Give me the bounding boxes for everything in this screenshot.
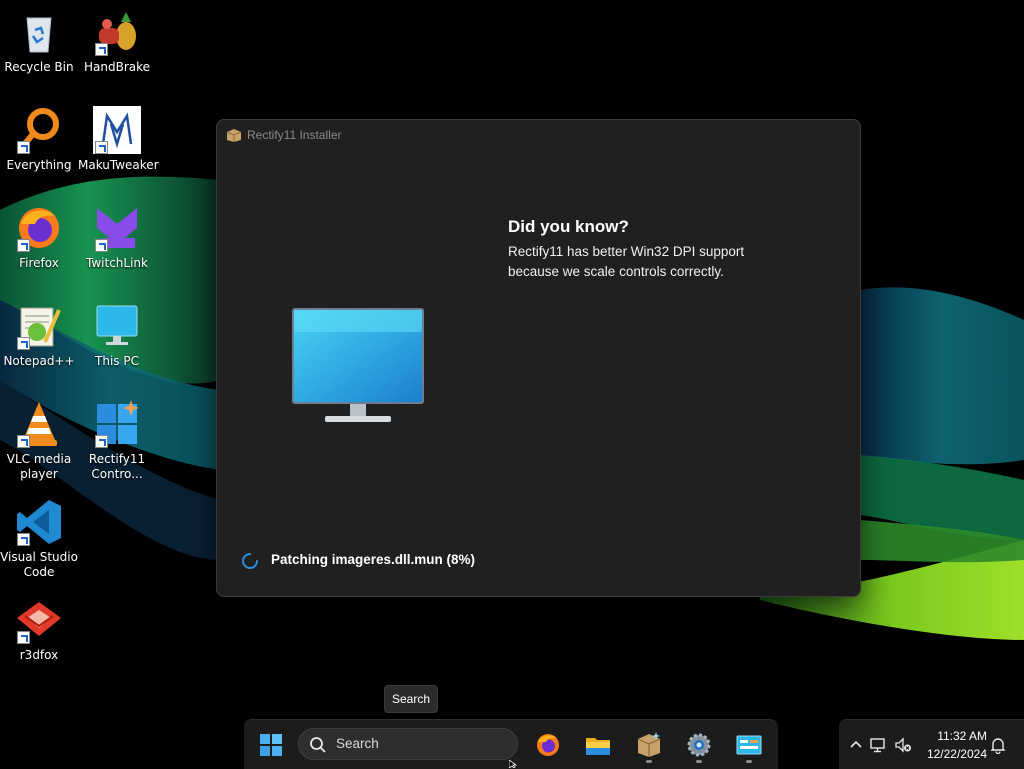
desktop-icon-label: Recycle Bin: [4, 60, 74, 74]
chevron-up-icon: [850, 740, 862, 748]
running-indicator: [746, 760, 752, 763]
desktop-icon-recycle-bin[interactable]: Recycle Bin: [0, 8, 78, 75]
desktop-icon-vlc[interactable]: VLC media player: [0, 400, 78, 482]
installer-window[interactable]: Rectify11 Installer Did you know? Rectif…: [216, 119, 861, 597]
desktop-icon-vscode[interactable]: Visual Studio Code: [0, 498, 78, 580]
clock-time: 11:32 AM: [937, 729, 987, 743]
mouse-cursor-icon: [509, 760, 518, 768]
desktop-icon-label: MakuTweaker: [78, 158, 159, 172]
desktop-icon-label: Rectify11 Contro...: [88, 452, 146, 481]
running-indicator: [696, 760, 702, 763]
installer-icon: [637, 732, 661, 757]
shortcut-arrow-icon: [17, 337, 30, 350]
desktop-icon-label: VLC media player: [6, 452, 72, 481]
desktop-icon-rectify11-control[interactable]: Rectify11 Contro...: [78, 400, 156, 482]
desktop-icon-label: Notepad++: [3, 354, 75, 368]
desktop-icon-label: r3dfox: [19, 648, 59, 662]
clock-date: 12/22/2024: [926, 747, 987, 761]
tip-body: Rectify11 has better Win32 DPI support b…: [508, 244, 745, 279]
shortcut-arrow-icon: [95, 141, 108, 154]
progress-status: Patching imageres.dll.mun (8%): [271, 552, 476, 567]
desktop-icon-twitchlink[interactable]: TwitchLink: [78, 204, 156, 271]
control-panel-icon: [736, 735, 762, 755]
network-icon: [870, 738, 885, 753]
shortcut-arrow-icon: [95, 435, 108, 448]
bell-icon: [990, 738, 1006, 754]
firefox-icon: [537, 734, 559, 756]
window-titlebar[interactable]: Rectify11 Installer: [217, 120, 860, 150]
desktop-icon-label: TwitchLink: [86, 256, 148, 270]
shortcut-arrow-icon: [17, 239, 30, 252]
desktop-icon-label: Everything: [6, 158, 72, 172]
file-explorer-icon: [586, 738, 610, 755]
recycle-bin-icon: [26, 17, 52, 53]
taskbar-installer-button[interactable]: [632, 728, 666, 762]
shortcut-arrow-icon: [17, 631, 30, 644]
monitor-illustration-icon: [292, 308, 424, 422]
installer-box-icon: [226, 129, 242, 142]
notifications-button[interactable]: [989, 736, 1007, 754]
desktop-icon-makutweaker[interactable]: MakuTweaker: [78, 106, 159, 173]
window-title: Rectify11 Installer: [247, 128, 342, 142]
desktop-icon-everything[interactable]: Everything: [0, 106, 78, 173]
taskbar-settings-button[interactable]: [682, 728, 716, 762]
start-button[interactable]: [254, 728, 288, 762]
shortcut-arrow-icon: [17, 435, 30, 448]
desktop-icon-notepad-plus-plus[interactable]: Notepad++: [0, 302, 78, 369]
desktop-icon-label: Firefox: [19, 256, 59, 270]
taskbar-firefox-button[interactable]: [531, 728, 565, 762]
desktop-icon-label: This PC: [95, 354, 139, 368]
search-placeholder: Search: [336, 736, 379, 751]
desktop-icon-label: HandBrake: [83, 60, 151, 74]
shortcut-arrow-icon: [95, 239, 108, 252]
network-status-button[interactable]: [869, 736, 887, 754]
taskbar-control-panel-button[interactable]: [732, 728, 766, 762]
progress-spinner-icon: [242, 553, 258, 569]
settings-icon: [687, 733, 711, 757]
shortcut-arrow-icon: [17, 141, 30, 154]
start-icon: [260, 734, 282, 756]
this-pc-icon: [96, 305, 138, 345]
desktop-icon-firefox[interactable]: Firefox: [0, 204, 78, 271]
taskbar-search-box[interactable]: Search: [298, 728, 518, 760]
shortcut-arrow-icon: [17, 533, 30, 546]
desktop-icon-label: Visual Studio Code: [0, 550, 78, 579]
taskbar-file-explorer-button[interactable]: [581, 728, 615, 762]
tip-heading: Did you know?: [508, 217, 629, 236]
show-hidden-icons-button[interactable]: [847, 736, 865, 754]
shortcut-arrow-icon: [95, 43, 108, 56]
desktop-icon-handbrake[interactable]: HandBrake: [78, 8, 156, 75]
search-tooltip: Search: [384, 685, 439, 713]
search-icon: [310, 737, 326, 753]
running-indicator: [646, 760, 652, 763]
desktop-icon-this-pc[interactable]: This PC: [78, 302, 156, 369]
system-tray: 11:32 AM 12/22/2024: [839, 719, 1024, 769]
desktop-icon-r3dfox[interactable]: r3dfox: [0, 596, 78, 663]
